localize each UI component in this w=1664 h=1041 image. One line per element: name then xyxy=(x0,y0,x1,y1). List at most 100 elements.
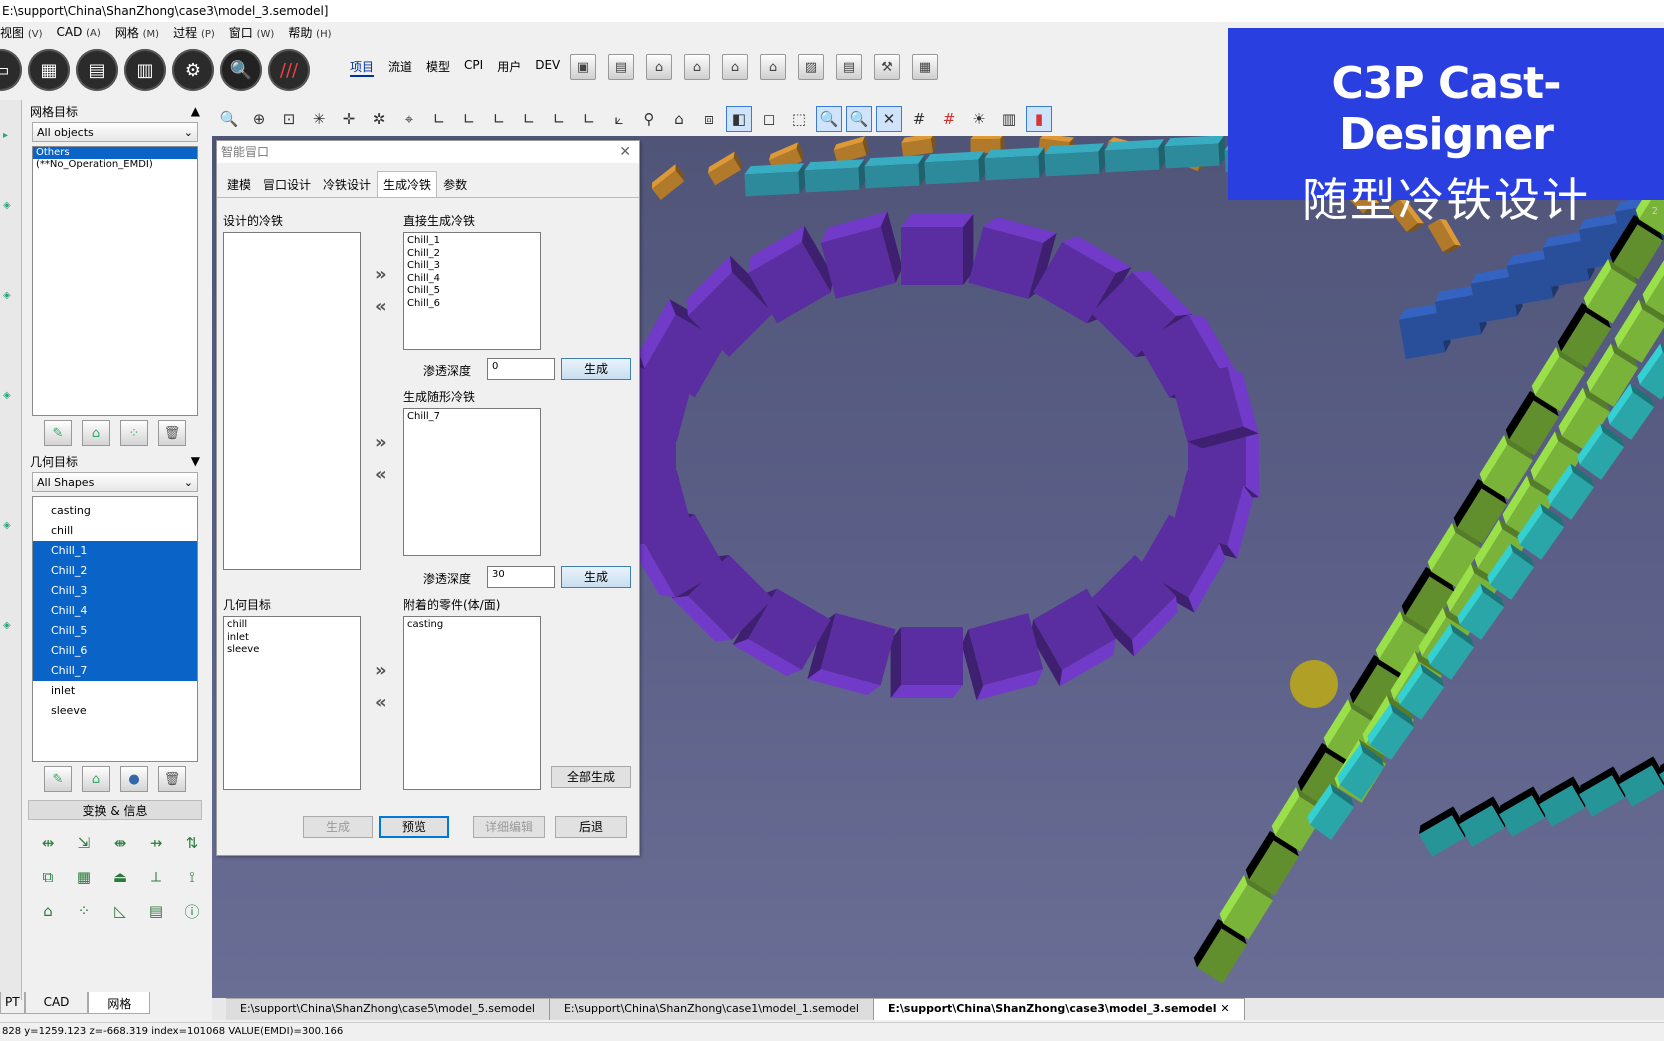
mesh-build-icon[interactable]: ⌂ xyxy=(82,420,110,446)
list-item[interactable]: Others xyxy=(33,147,197,159)
list-item[interactable]: Chill_2 xyxy=(33,561,197,581)
file-tab-active[interactable]: E:\support\China\ShanZhong\case3\model_3… xyxy=(874,998,1245,1020)
move-right-icon[interactable]: » xyxy=(375,432,387,453)
section-icon[interactable]: ⧈ xyxy=(696,106,722,132)
move-axis-icon[interactable]: ⇲ xyxy=(68,830,100,856)
measure-icon[interactable]: ✕ xyxy=(876,106,902,132)
new-project-icon[interactable]: ▣ xyxy=(570,54,596,80)
save-project-icon[interactable]: ▤ xyxy=(608,54,634,80)
mesh-filter-select[interactable]: All objects⌄ xyxy=(32,122,198,142)
layout-icon[interactable]: ▦ xyxy=(28,49,70,91)
strip-tool-icon[interactable]: ◈ xyxy=(3,620,17,634)
tab-generate-chill[interactable]: 生成冷铁 xyxy=(377,171,437,197)
strip-arrow-icon[interactable]: ▸ xyxy=(3,130,17,144)
print-icon[interactable]: ▦ xyxy=(912,54,938,80)
mirror-icon[interactable]: ⇅ xyxy=(176,830,208,856)
tab-chill-design[interactable]: 冷铁设计 xyxy=(317,171,377,197)
list-item[interactable]: Chill_4 xyxy=(33,601,197,621)
move-right-icon[interactable]: » xyxy=(375,660,387,681)
tab-riser-design[interactable]: 冒口设计 xyxy=(257,171,317,197)
menu-cad[interactable]: CAD (A) xyxy=(57,25,101,39)
list-item[interactable]: Chill_1 xyxy=(33,541,197,561)
strip-tool-icon[interactable]: ◈ xyxy=(3,390,17,404)
copy-icon[interactable]: ⧉ xyxy=(32,864,64,890)
list-item[interactable]: Chill_2 xyxy=(407,248,537,261)
tab-mesh[interactable]: 网格 xyxy=(88,992,150,1014)
preview-button[interactable]: 预览 xyxy=(379,816,449,838)
sphere-icon[interactable]: ● xyxy=(120,766,148,792)
menu-help[interactable]: 帮助 (H) xyxy=(288,24,331,41)
grid-icon[interactable]: # xyxy=(906,106,932,132)
move-left-icon[interactable]: « xyxy=(375,692,387,713)
list-item[interactable]: Chill_4 xyxy=(407,273,537,286)
direct-chill-list[interactable]: Chill_1 Chill_2 Chill_3 Chill_4 Chill_5 … xyxy=(403,232,541,350)
detail-edit-button[interactable]: 详细编辑 xyxy=(473,816,545,838)
zoom-box-icon[interactable]: ⊡ xyxy=(276,106,302,132)
array-icon[interactable]: ▦ xyxy=(68,864,100,890)
axis-nz-icon[interactable]: ∟ xyxy=(576,106,602,132)
zoom-icon[interactable]: 🔍 xyxy=(216,106,242,132)
select-zoom-icon[interactable]: 🔍 xyxy=(816,106,842,132)
color-bar-icon[interactable]: ▮ xyxy=(1026,106,1052,132)
light-icon[interactable]: ☀ xyxy=(966,106,992,132)
measure-icon[interactable]: ◺ xyxy=(104,898,136,924)
list-item[interactable]: Chill_5 xyxy=(33,621,197,641)
shaded-cube-icon[interactable]: ◧ xyxy=(726,106,752,132)
info-icon[interactable]: ⓘ xyxy=(176,898,208,924)
offset-icon[interactable]: ⇸ xyxy=(140,830,172,856)
tab-parameters[interactable]: 参数 xyxy=(437,171,473,197)
tools-icon[interactable]: ⚒ xyxy=(874,54,900,80)
align-icon[interactable]: ⇼ xyxy=(104,830,136,856)
zoom-in-icon[interactable]: ⊕ xyxy=(246,106,272,132)
list-item[interactable]: Chill_3 xyxy=(33,581,197,601)
generate-conformal-button[interactable]: 生成 xyxy=(561,566,631,588)
results-icon[interactable]: /// xyxy=(268,49,310,91)
wire-cube-icon[interactable]: ◻ xyxy=(756,106,782,132)
pan-icon[interactable]: ✛ xyxy=(336,106,362,132)
points-icon[interactable]: ⁘ xyxy=(68,898,100,924)
rotate-icon[interactable]: ✳ xyxy=(306,106,332,132)
collapse-up-icon[interactable]: ▲ xyxy=(191,104,200,118)
menu-mesh[interactable]: 网格 (M) xyxy=(115,24,159,41)
axis-x-icon[interactable]: ∟ xyxy=(426,106,452,132)
generate-all-button[interactable]: 全部生成 xyxy=(551,766,631,788)
list-item[interactable]: chill xyxy=(227,619,357,632)
list-item[interactable]: sleeve xyxy=(227,644,357,657)
list-item[interactable]: chill xyxy=(33,521,197,541)
table-icon[interactable]: ▤ xyxy=(140,898,172,924)
attached-parts-list[interactable]: casting xyxy=(403,616,541,790)
iso-view-icon[interactable]: ⟀ xyxy=(606,106,632,132)
generate-button[interactable]: 生成 xyxy=(303,816,373,838)
menu-process[interactable]: 过程 (P) xyxy=(173,24,215,41)
zoom-fit-icon[interactable]: ⚲ xyxy=(636,106,662,132)
list-item[interactable]: casting xyxy=(407,619,537,632)
back-button[interactable]: 后退 xyxy=(555,816,627,838)
list-item[interactable]: Chill_7 xyxy=(33,661,197,681)
move-left-icon[interactable]: « xyxy=(375,296,387,317)
axis-y-icon[interactable]: ∟ xyxy=(456,106,482,132)
tab-model[interactable]: 模型 xyxy=(426,58,450,77)
move-icon[interactable]: ⇹ xyxy=(32,830,64,856)
strip-tool-icon[interactable]: ◈ xyxy=(3,520,17,534)
generate-direct-button[interactable]: 生成 xyxy=(561,358,631,380)
select-region-icon[interactable]: 🔍 xyxy=(846,106,872,132)
depth-input-direct[interactable]: 0 xyxy=(487,358,555,380)
tab-dev[interactable]: DEV xyxy=(535,58,560,77)
tab-pt[interactable]: PT xyxy=(0,992,25,1014)
settings-gear-icon[interactable]: ⚙ xyxy=(172,49,214,91)
tab-project[interactable]: 项目 xyxy=(350,58,374,77)
tab-modeling[interactable]: 建模 xyxy=(221,171,257,197)
trash-icon[interactable]: 🗑 xyxy=(158,420,186,446)
edit-pencil-icon[interactable]: ✎ xyxy=(44,766,72,792)
close-icon[interactable]: ✕ xyxy=(619,141,631,163)
home-view-icon[interactable]: ⌂ xyxy=(666,106,692,132)
points-icon[interactable]: ⁘ xyxy=(120,420,148,446)
mesh-grid-icon[interactable]: ▤ xyxy=(76,49,118,91)
list-item[interactable]: Chill_7 xyxy=(407,411,537,424)
conformal-chill-list[interactable]: Chill_7 xyxy=(403,408,541,556)
list-item[interactable]: inlet xyxy=(227,632,357,645)
orbit-icon[interactable]: ✲ xyxy=(366,106,392,132)
calculator-icon[interactable]: ▥ xyxy=(124,49,166,91)
tab-runner[interactable]: 流道 xyxy=(388,58,412,77)
search-icon[interactable]: 🔍 xyxy=(220,49,262,91)
